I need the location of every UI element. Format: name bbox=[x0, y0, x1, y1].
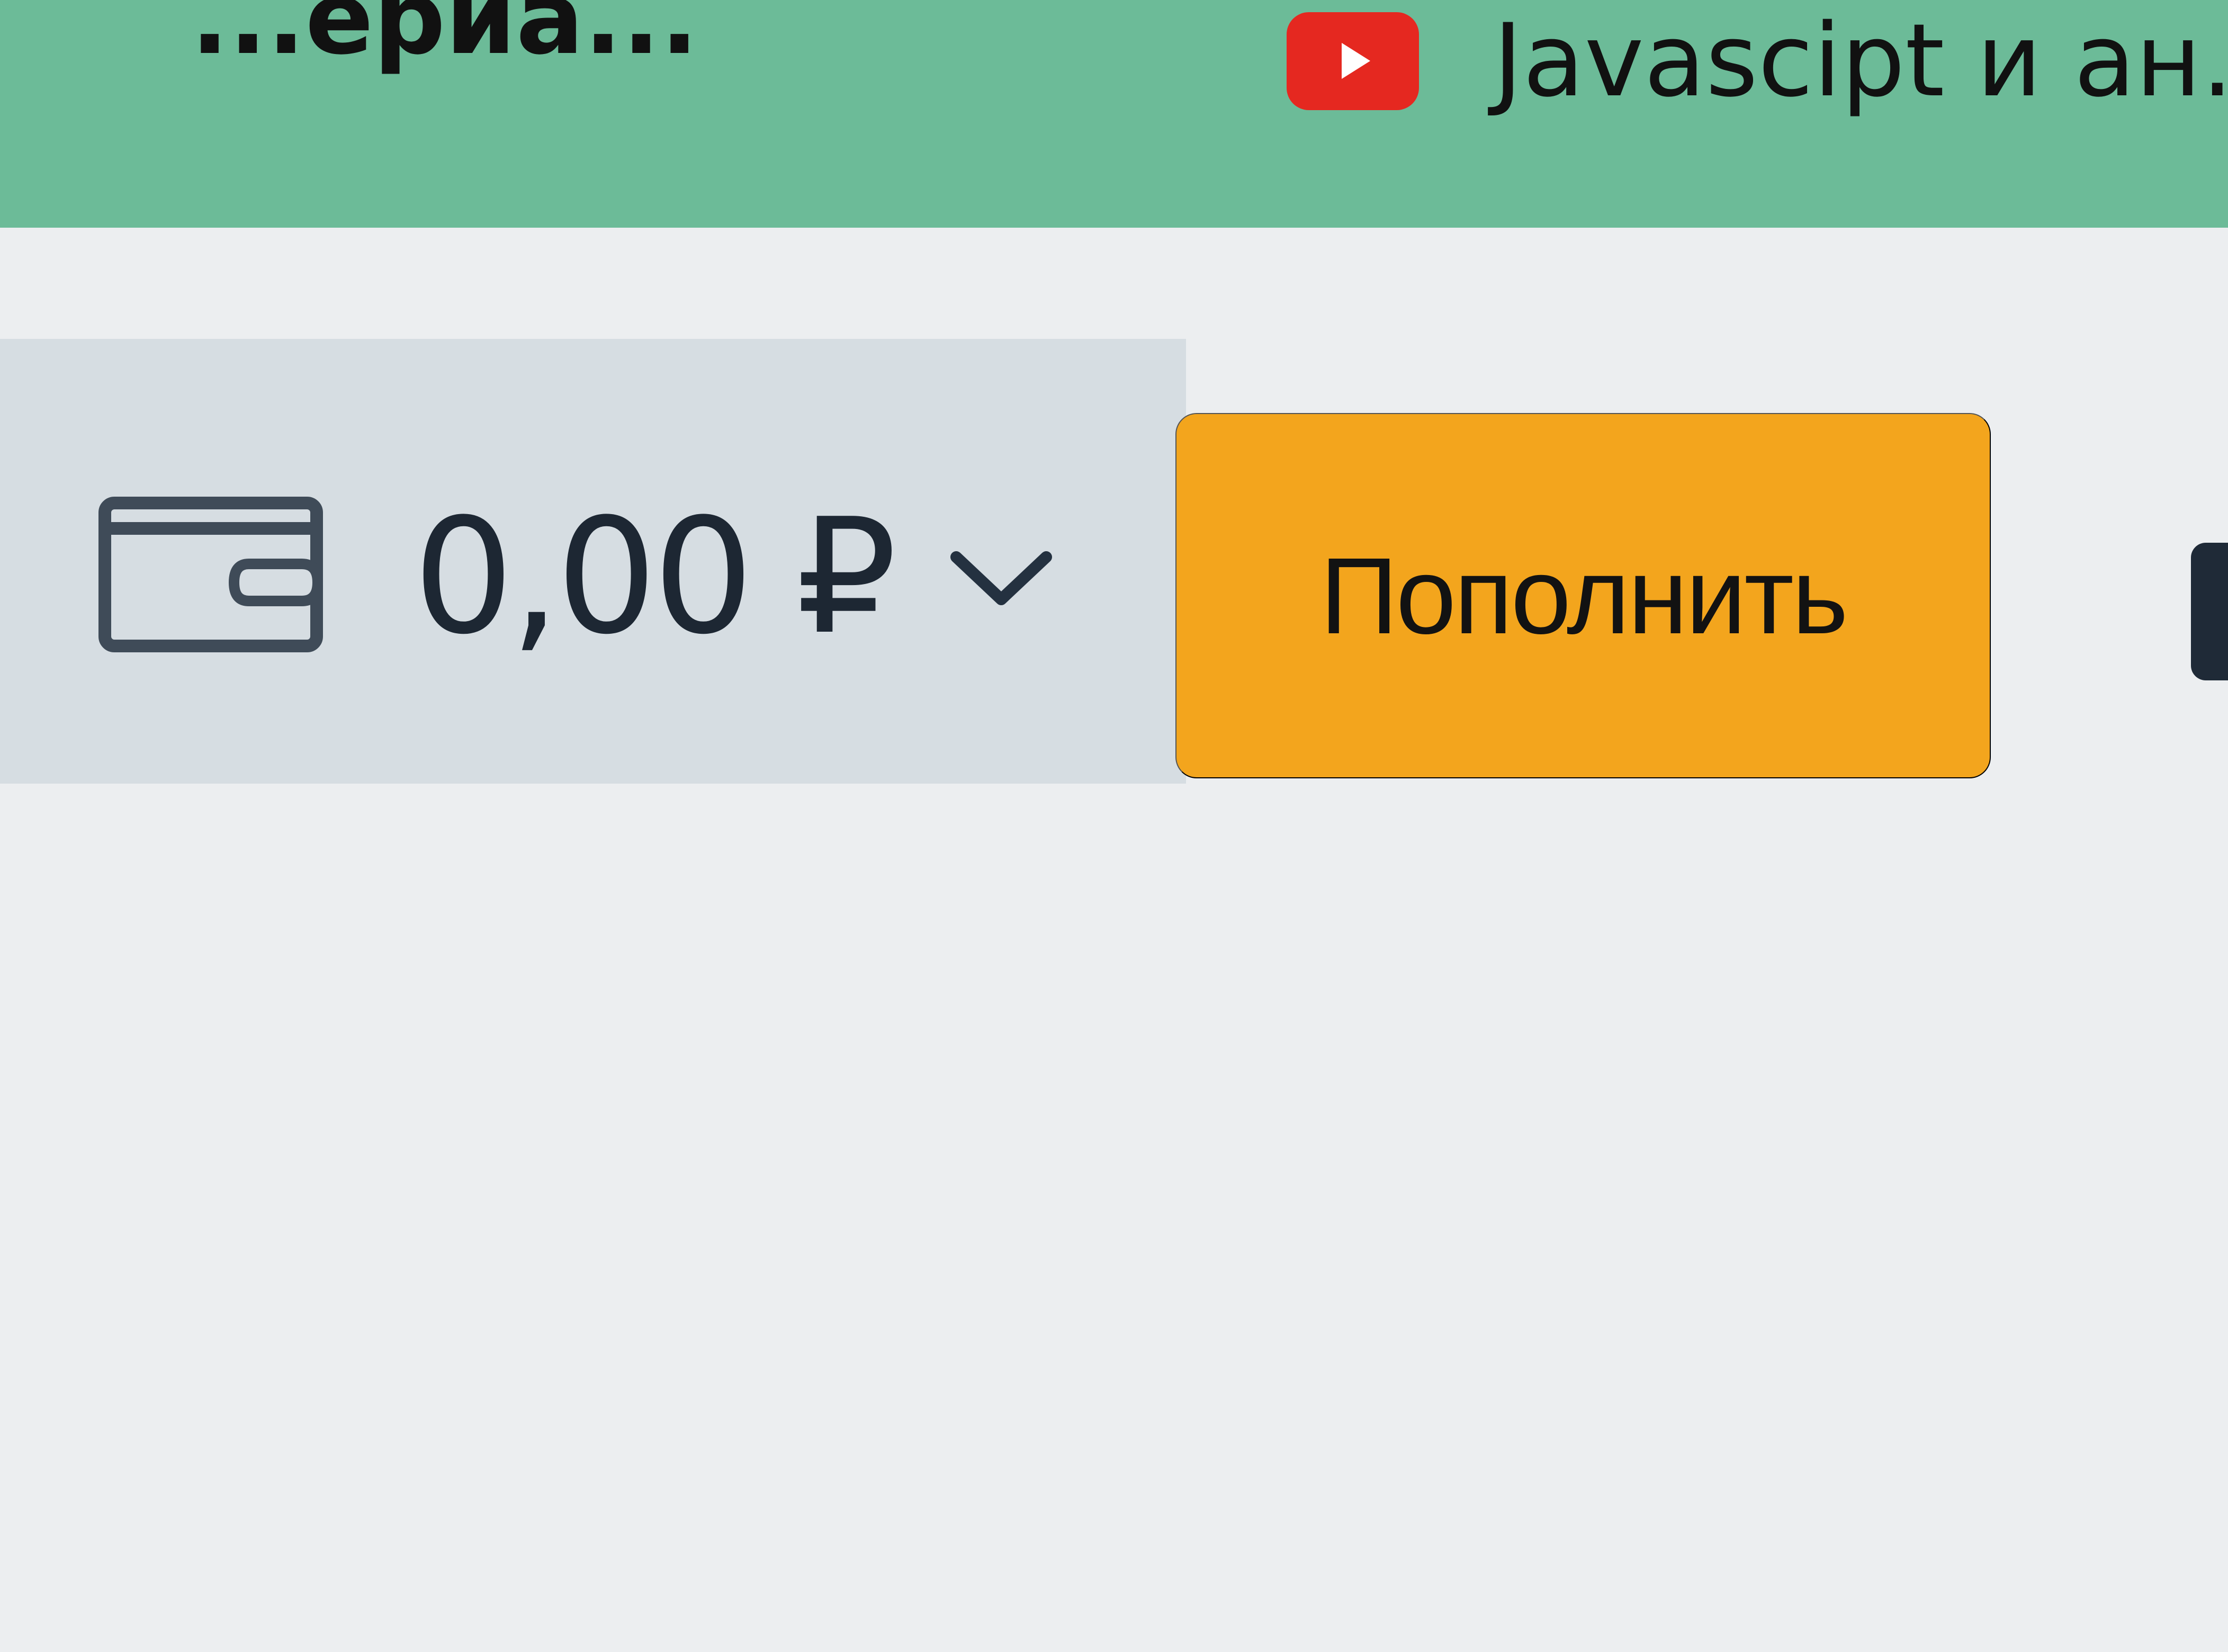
content-area bbox=[0, 784, 2228, 1652]
bookmark-item[interactable]: ...ериа... bbox=[191, 0, 698, 69]
partial-icon[interactable] bbox=[2191, 543, 2228, 680]
wallet-icon bbox=[98, 497, 324, 652]
youtube-bookmark-label: Javascipt и ан... bbox=[1493, 2, 2228, 119]
youtube-icon bbox=[1287, 12, 1419, 110]
youtube-bookmark[interactable]: Javascipt и ан... bbox=[1287, 11, 2228, 111]
wallet-balance-control[interactable]: 0,00 ₽ bbox=[90, 477, 1059, 678]
chevron-down-icon[interactable] bbox=[943, 535, 1059, 620]
top-up-button[interactable]: Пополнить bbox=[1175, 413, 1991, 778]
bookmark-label: ...ериа... bbox=[191, 0, 699, 77]
bookmarks-bar: ...ериа... Javascipt и ан... bbox=[0, 0, 2228, 228]
balance-amount: 0,00 ₽ bbox=[413, 484, 897, 669]
